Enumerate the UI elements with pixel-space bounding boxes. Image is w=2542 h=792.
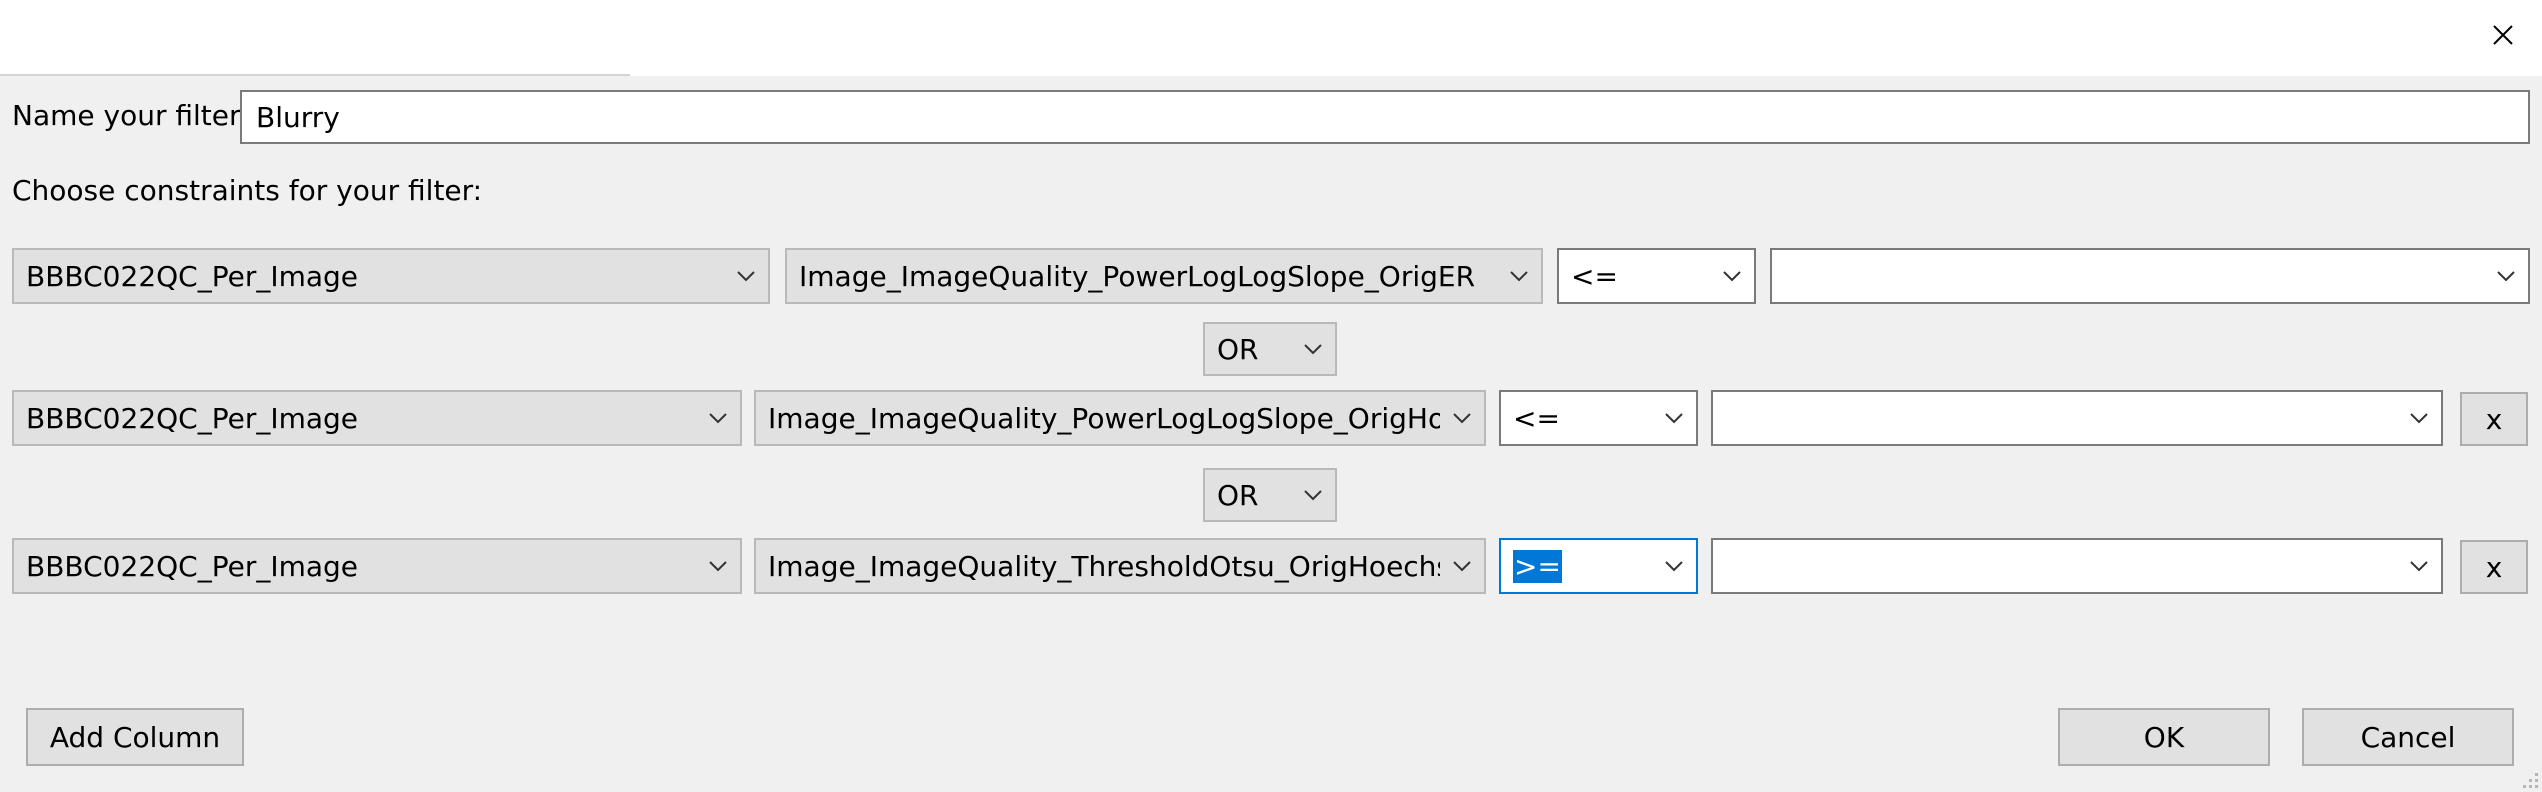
ok-label: OK <box>2143 720 2185 754</box>
table-select-2-value: BBBC022QC_Per_Image <box>26 401 359 435</box>
table-select-2[interactable]: BBBC022QC_Per_Image <box>12 390 742 446</box>
chevron-down-icon <box>1710 250 1754 302</box>
filter-name-input[interactable]: Blurry <box>240 90 2530 144</box>
title-bar <box>0 0 2542 76</box>
table-select-1-value: BBBC022QC_Per_Image <box>26 259 359 293</box>
remove-row-3-button[interactable]: x <box>2460 540 2528 594</box>
add-column-label: Add Column <box>49 720 221 754</box>
table-select-3[interactable]: BBBC022QC_Per_Image <box>12 538 742 594</box>
connector-select-1[interactable]: OR <box>1203 322 1337 376</box>
chevron-down-icon <box>1291 324 1335 374</box>
ok-button[interactable]: OK <box>2058 708 2270 766</box>
connector-select-2[interactable]: OR <box>1203 468 1337 522</box>
column-select-2-value: Image_ImageQuality_PowerLogLogSlope_Orig… <box>768 401 1440 435</box>
chevron-down-icon <box>1440 392 1484 444</box>
table-select-1[interactable]: BBBC022QC_Per_Image <box>12 248 770 304</box>
chevron-down-icon <box>1440 540 1484 592</box>
chevron-down-icon <box>1652 392 1696 444</box>
operator-select-2-value: <= <box>1513 401 1560 435</box>
remove-row-2-button[interactable]: x <box>2460 392 2528 446</box>
chevron-down-icon <box>1291 470 1335 520</box>
chevron-down-icon <box>724 250 768 302</box>
cancel-button[interactable]: Cancel <box>2302 708 2514 766</box>
column-select-2[interactable]: Image_ImageQuality_PowerLogLogSlope_Orig… <box>754 390 1486 446</box>
chevron-down-icon <box>2397 392 2441 444</box>
chevron-down-icon <box>2484 250 2528 302</box>
value-select-2[interactable] <box>1711 390 2443 446</box>
column-select-3[interactable]: Image_ImageQuality_ThresholdOtsu_OrigHoe… <box>754 538 1486 594</box>
chevron-down-icon <box>696 392 740 444</box>
add-column-button[interactable]: Add Column <box>26 708 244 766</box>
resize-grip-icon[interactable] <box>2520 770 2540 790</box>
connector-select-2-value: OR <box>1217 478 1259 512</box>
table-select-3-value: BBBC022QC_Per_Image <box>26 549 359 583</box>
close-button[interactable] <box>2464 0 2542 70</box>
chevron-down-icon <box>696 540 740 592</box>
column-select-3-value: Image_ImageQuality_ThresholdOtsu_OrigHoe… <box>768 549 1440 583</box>
remove-row-3-label: x <box>2485 550 2503 584</box>
filter-name-value: Blurry <box>256 100 340 134</box>
remove-row-2-label: x <box>2485 402 2503 436</box>
cancel-label: Cancel <box>2360 720 2456 754</box>
column-select-1-value: Image_ImageQuality_PowerLogLogSlope_Orig… <box>799 259 1476 293</box>
connector-select-1-value: OR <box>1217 332 1259 366</box>
operator-select-1-value: <= <box>1571 259 1618 293</box>
value-select-1[interactable] <box>1770 248 2530 304</box>
chevron-down-icon <box>1497 250 1541 302</box>
chevron-down-icon <box>1652 540 1696 592</box>
value-select-3[interactable] <box>1711 538 2443 594</box>
operator-select-3[interactable]: >= <box>1499 538 1698 594</box>
title-divider <box>0 74 630 76</box>
operator-select-3-value: >= <box>1513 549 1562 583</box>
close-icon <box>2493 25 2513 45</box>
column-select-1[interactable]: Image_ImageQuality_PowerLogLogSlope_Orig… <box>785 248 1543 304</box>
filter-name-label: Name your filter: <box>12 99 250 132</box>
operator-select-2[interactable]: <= <box>1499 390 1698 446</box>
constraints-label: Choose constraints for your filter: <box>12 174 483 207</box>
operator-select-1[interactable]: <= <box>1557 248 1756 304</box>
chevron-down-icon <box>2397 540 2441 592</box>
